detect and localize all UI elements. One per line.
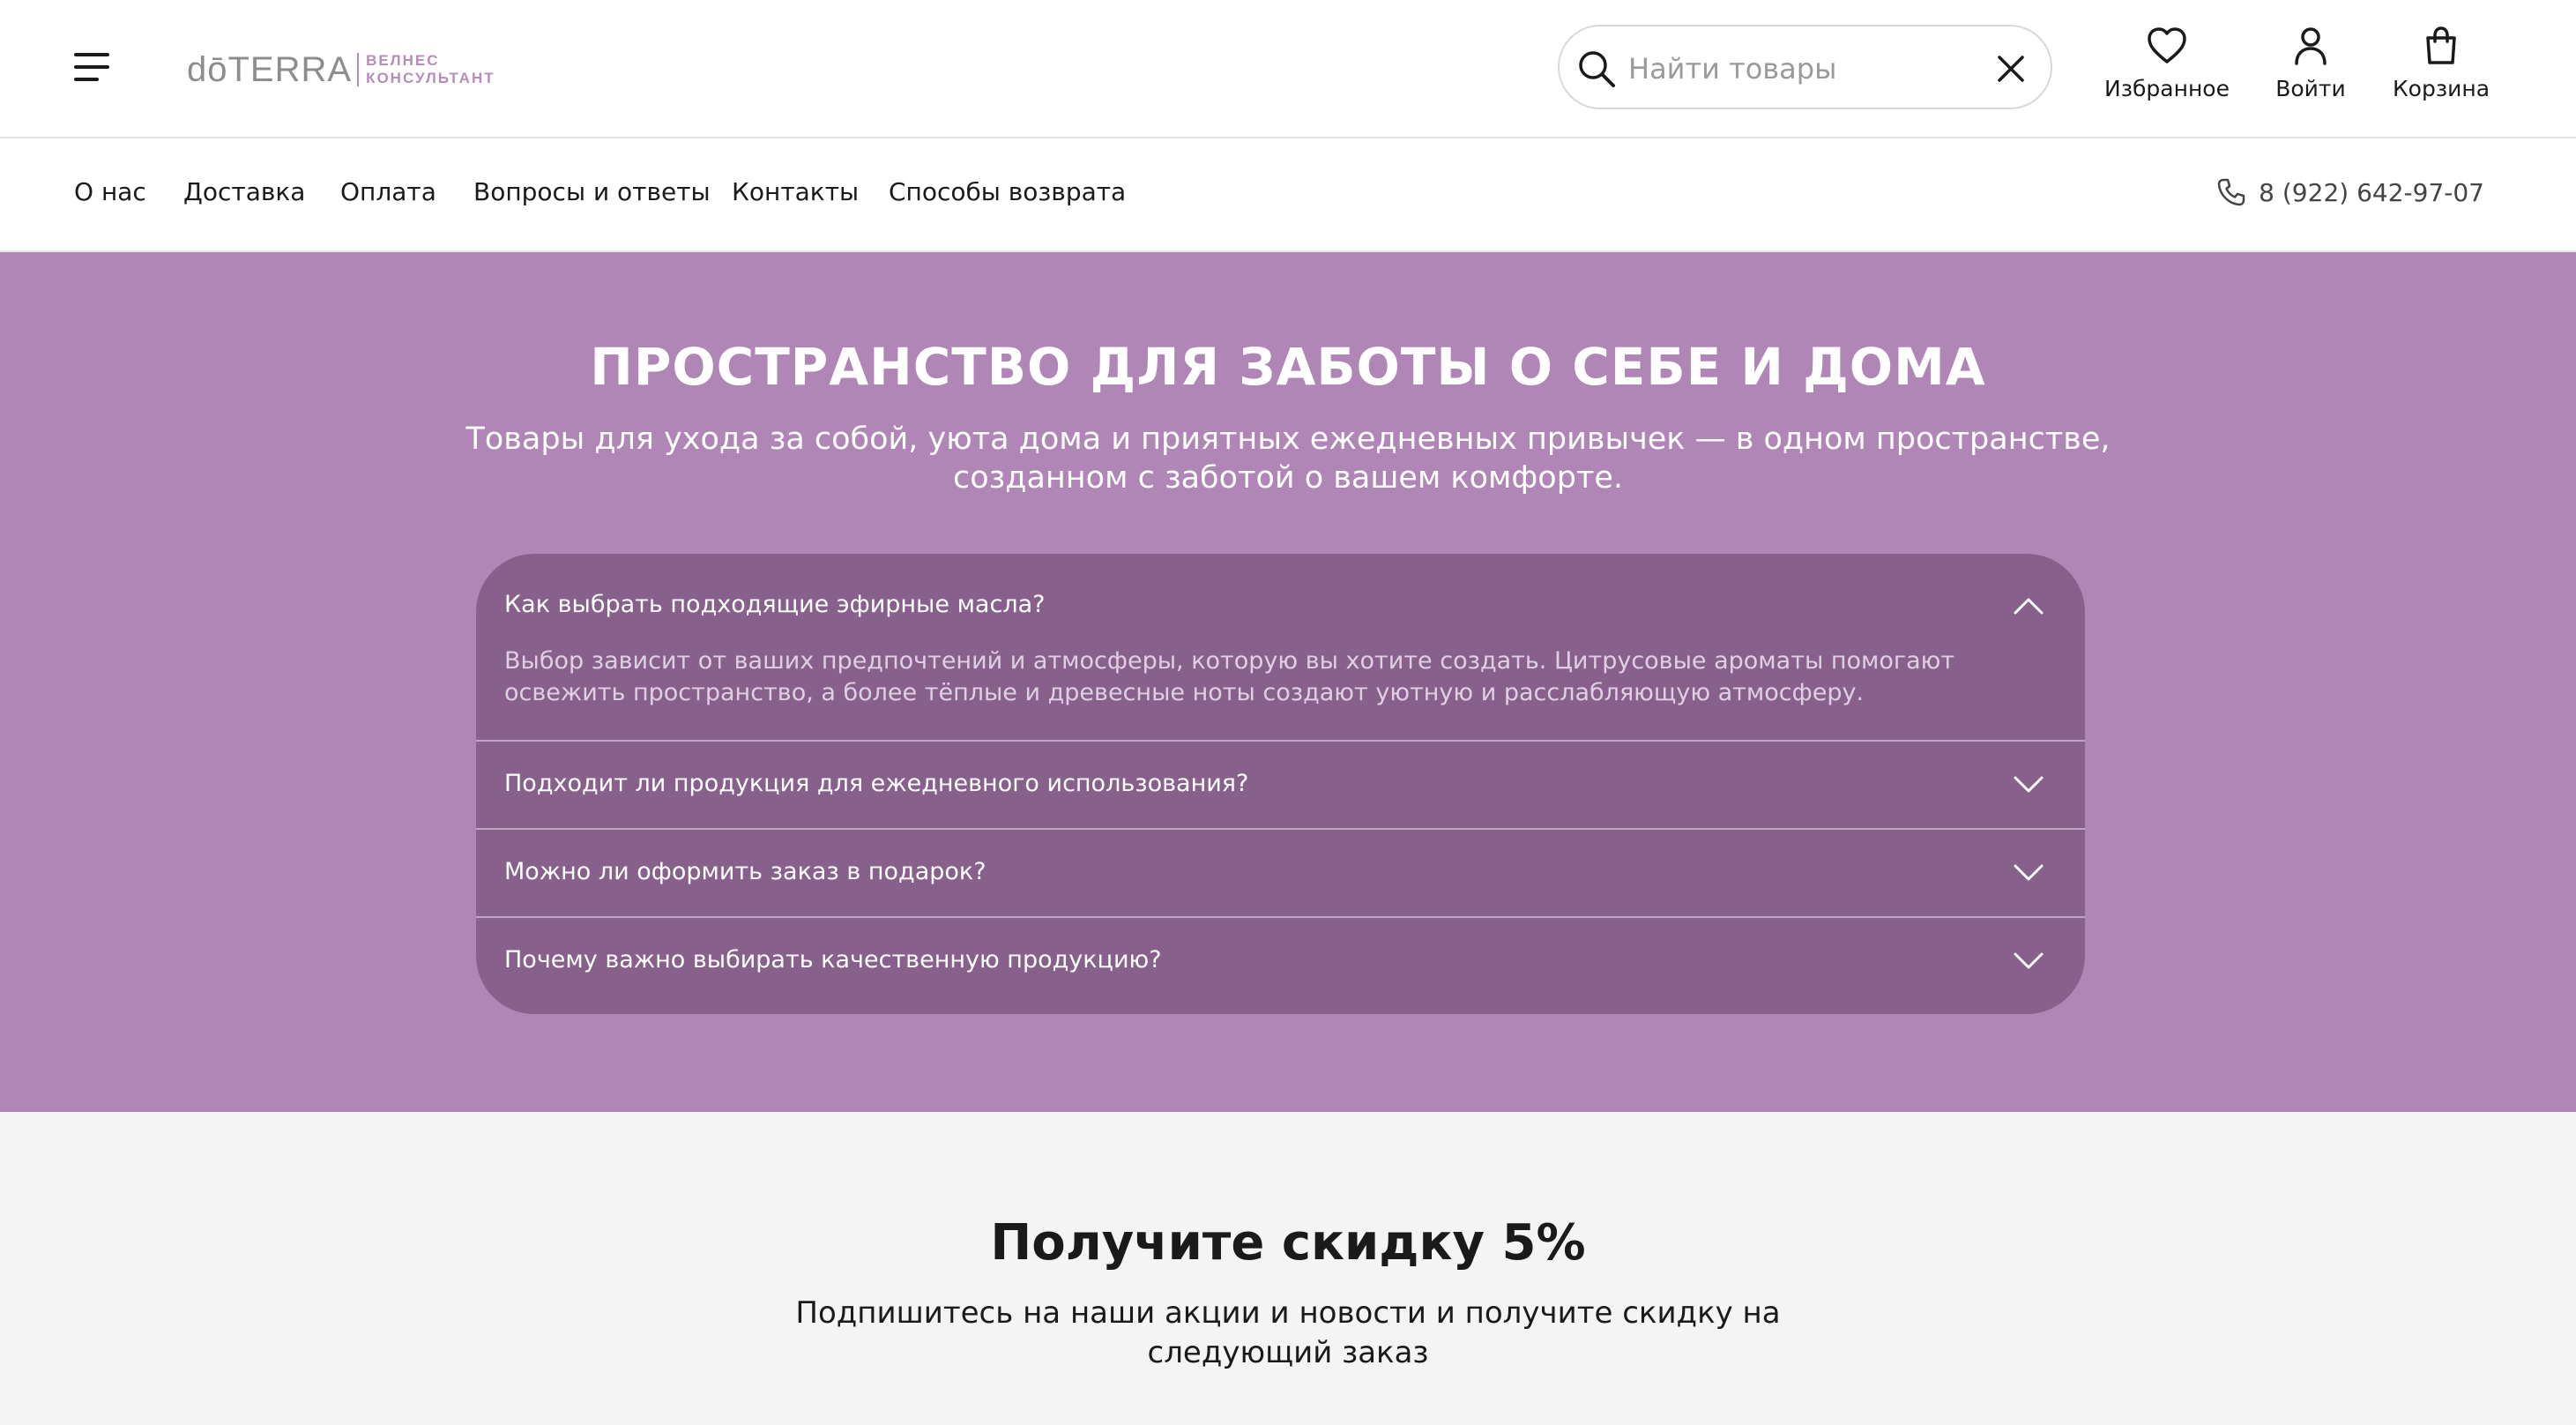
chevron-down-icon — [2014, 776, 2044, 793]
heart-icon — [2148, 27, 2186, 63]
search-box — [1558, 25, 2052, 109]
faq-item[interactable]: Можно ли оформить заказ в подарок? — [476, 828, 2085, 916]
chevron-down-icon — [2014, 864, 2044, 881]
page: dōTERRA ВЕЛНЕС КОНСУЛЬТАНТ Избранное — [0, 0, 2576, 1425]
faq-question: Можно ли оформить заказ в подарок? — [504, 858, 986, 885]
menu-icon[interactable] — [74, 49, 116, 85]
logo-subtitle-line1: ВЕЛНЕС — [366, 52, 440, 69]
faq-item[interactable]: Как выбрать подходящие эфирные масла? Вы… — [476, 554, 2085, 740]
logo-divider — [357, 53, 360, 86]
header: dōTERRA ВЕЛНЕС КОНСУЛЬТАНТ Избранное — [0, 0, 2576, 138]
faq-question: Подходит ли продукция для ежедневного ис… — [504, 770, 1249, 797]
nav-item-delivery[interactable]: Доставка — [183, 177, 305, 206]
phone-icon — [2217, 178, 2245, 206]
logo-wordmark: dōTERRA — [187, 49, 353, 89]
faq-accordion: Как выбрать подходящие эфирные масла? Вы… — [476, 554, 2085, 1014]
faq-question: Почему важно выбирать качественную проду… — [504, 946, 1162, 974]
search-input[interactable] — [1628, 46, 1981, 92]
login-button[interactable]: Войти — [2274, 25, 2347, 113]
nav-item-contacts[interactable]: Контакты — [732, 177, 859, 206]
faq-answer: Выбор зависит от ваших предпочтений и ат… — [504, 647, 1955, 706]
favorites-button[interactable]: Избранное — [2104, 25, 2230, 113]
logo-subtitle-line2: КОНСУЛЬТАНТ — [366, 70, 495, 86]
nav-item-about[interactable]: О нас — [74, 177, 146, 206]
chevron-up-icon — [2014, 598, 2044, 615]
faq-item[interactable]: Почему важно выбирать качественную проду… — [476, 916, 2085, 1014]
subscribe-text: Подпишитесь на наши акции и новости и по… — [795, 1295, 1781, 1370]
cart-button[interactable]: Корзина — [2393, 25, 2490, 113]
login-label: Войти — [2275, 76, 2346, 101]
favorites-label: Избранное — [2104, 76, 2230, 101]
chevron-down-icon — [2014, 952, 2044, 969]
nav-item-returns[interactable]: Способы возврата — [889, 177, 1126, 206]
main-nav: О нас Доставка Оплата Вопросы и ответы К… — [0, 138, 2576, 252]
search-icon[interactable] — [1575, 48, 1618, 90]
faq-item[interactable]: Подходит ли продукция для ежедневного ис… — [476, 740, 2085, 828]
logo[interactable]: dōTERRA ВЕЛНЕС КОНСУЛЬТАНТ — [187, 49, 495, 90]
nav-item-payment[interactable]: Оплата — [340, 177, 436, 206]
hero-subtitle: Товары для ухода за собой, уюта дома и п… — [465, 422, 2111, 496]
hero-title: ПРОСТРАНСТВО ДЛЯ ЗАБОТЫ О СЕБЕ И ДОМА — [590, 337, 1986, 397]
subscribe-title: Получите скидку 5% — [990, 1214, 1586, 1272]
phone-number: 8 (922) 642-97-07 — [2259, 177, 2484, 207]
nav-item-faq[interactable]: Вопросы и ответы — [473, 177, 711, 206]
close-icon[interactable] — [1995, 53, 2027, 85]
user-icon — [2295, 27, 2327, 65]
phone-link[interactable]: 8 (922) 642-97-07 — [2216, 177, 2484, 207]
subscribe-section: Получите скидку 5% Подпишитесь на наши а… — [0, 1112, 2576, 1425]
cart-label: Корзина — [2392, 76, 2490, 101]
logo-subtitle: ВЕЛНЕС КОНСУЛЬТАНТ — [366, 52, 495, 87]
faq-question: Как выбрать подходящие эфирные масла? — [504, 591, 1046, 618]
bag-icon — [2426, 26, 2456, 64]
